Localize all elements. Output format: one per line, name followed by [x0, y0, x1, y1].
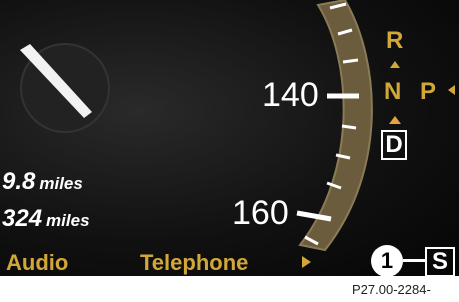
trip-meter-unit: miles	[39, 174, 83, 193]
trip-meter-value: 9.8	[2, 168, 36, 195]
menu-item-telephone[interactable]: Telephone	[140, 250, 248, 276]
total-distance-meter: 324 miles	[2, 205, 90, 233]
menu-item-audio[interactable]: Audio	[6, 250, 68, 276]
instrument-cluster-display: 140 160 9.8 miles 324 miles Audio Telephon…	[0, 0, 459, 276]
drive-mode-indicator: S	[425, 247, 455, 276]
speed-label-160: 160	[232, 194, 289, 232]
trip-meter: 9.8 miles	[2, 168, 83, 196]
gear-n: N	[384, 78, 402, 105]
gear-r: R	[386, 27, 404, 54]
total-distance-value: 324	[2, 205, 43, 232]
speed-scale-arc	[298, 0, 373, 252]
figure-id-caption: P27.00-2284-	[352, 282, 431, 297]
gear-d-indicator: D	[381, 130, 407, 160]
gear-p: P	[420, 78, 437, 105]
speed-label-140: 140	[262, 76, 319, 114]
menu-next-arrow-icon	[302, 256, 311, 268]
gear-up-arrow-icon	[390, 61, 400, 68]
total-distance-unit: miles	[46, 211, 90, 230]
callout-line	[403, 259, 425, 262]
gear-left-arrow-icon	[448, 85, 455, 95]
gear-selected-arrow-icon	[389, 116, 401, 124]
callout-marker: 1	[371, 245, 403, 276]
